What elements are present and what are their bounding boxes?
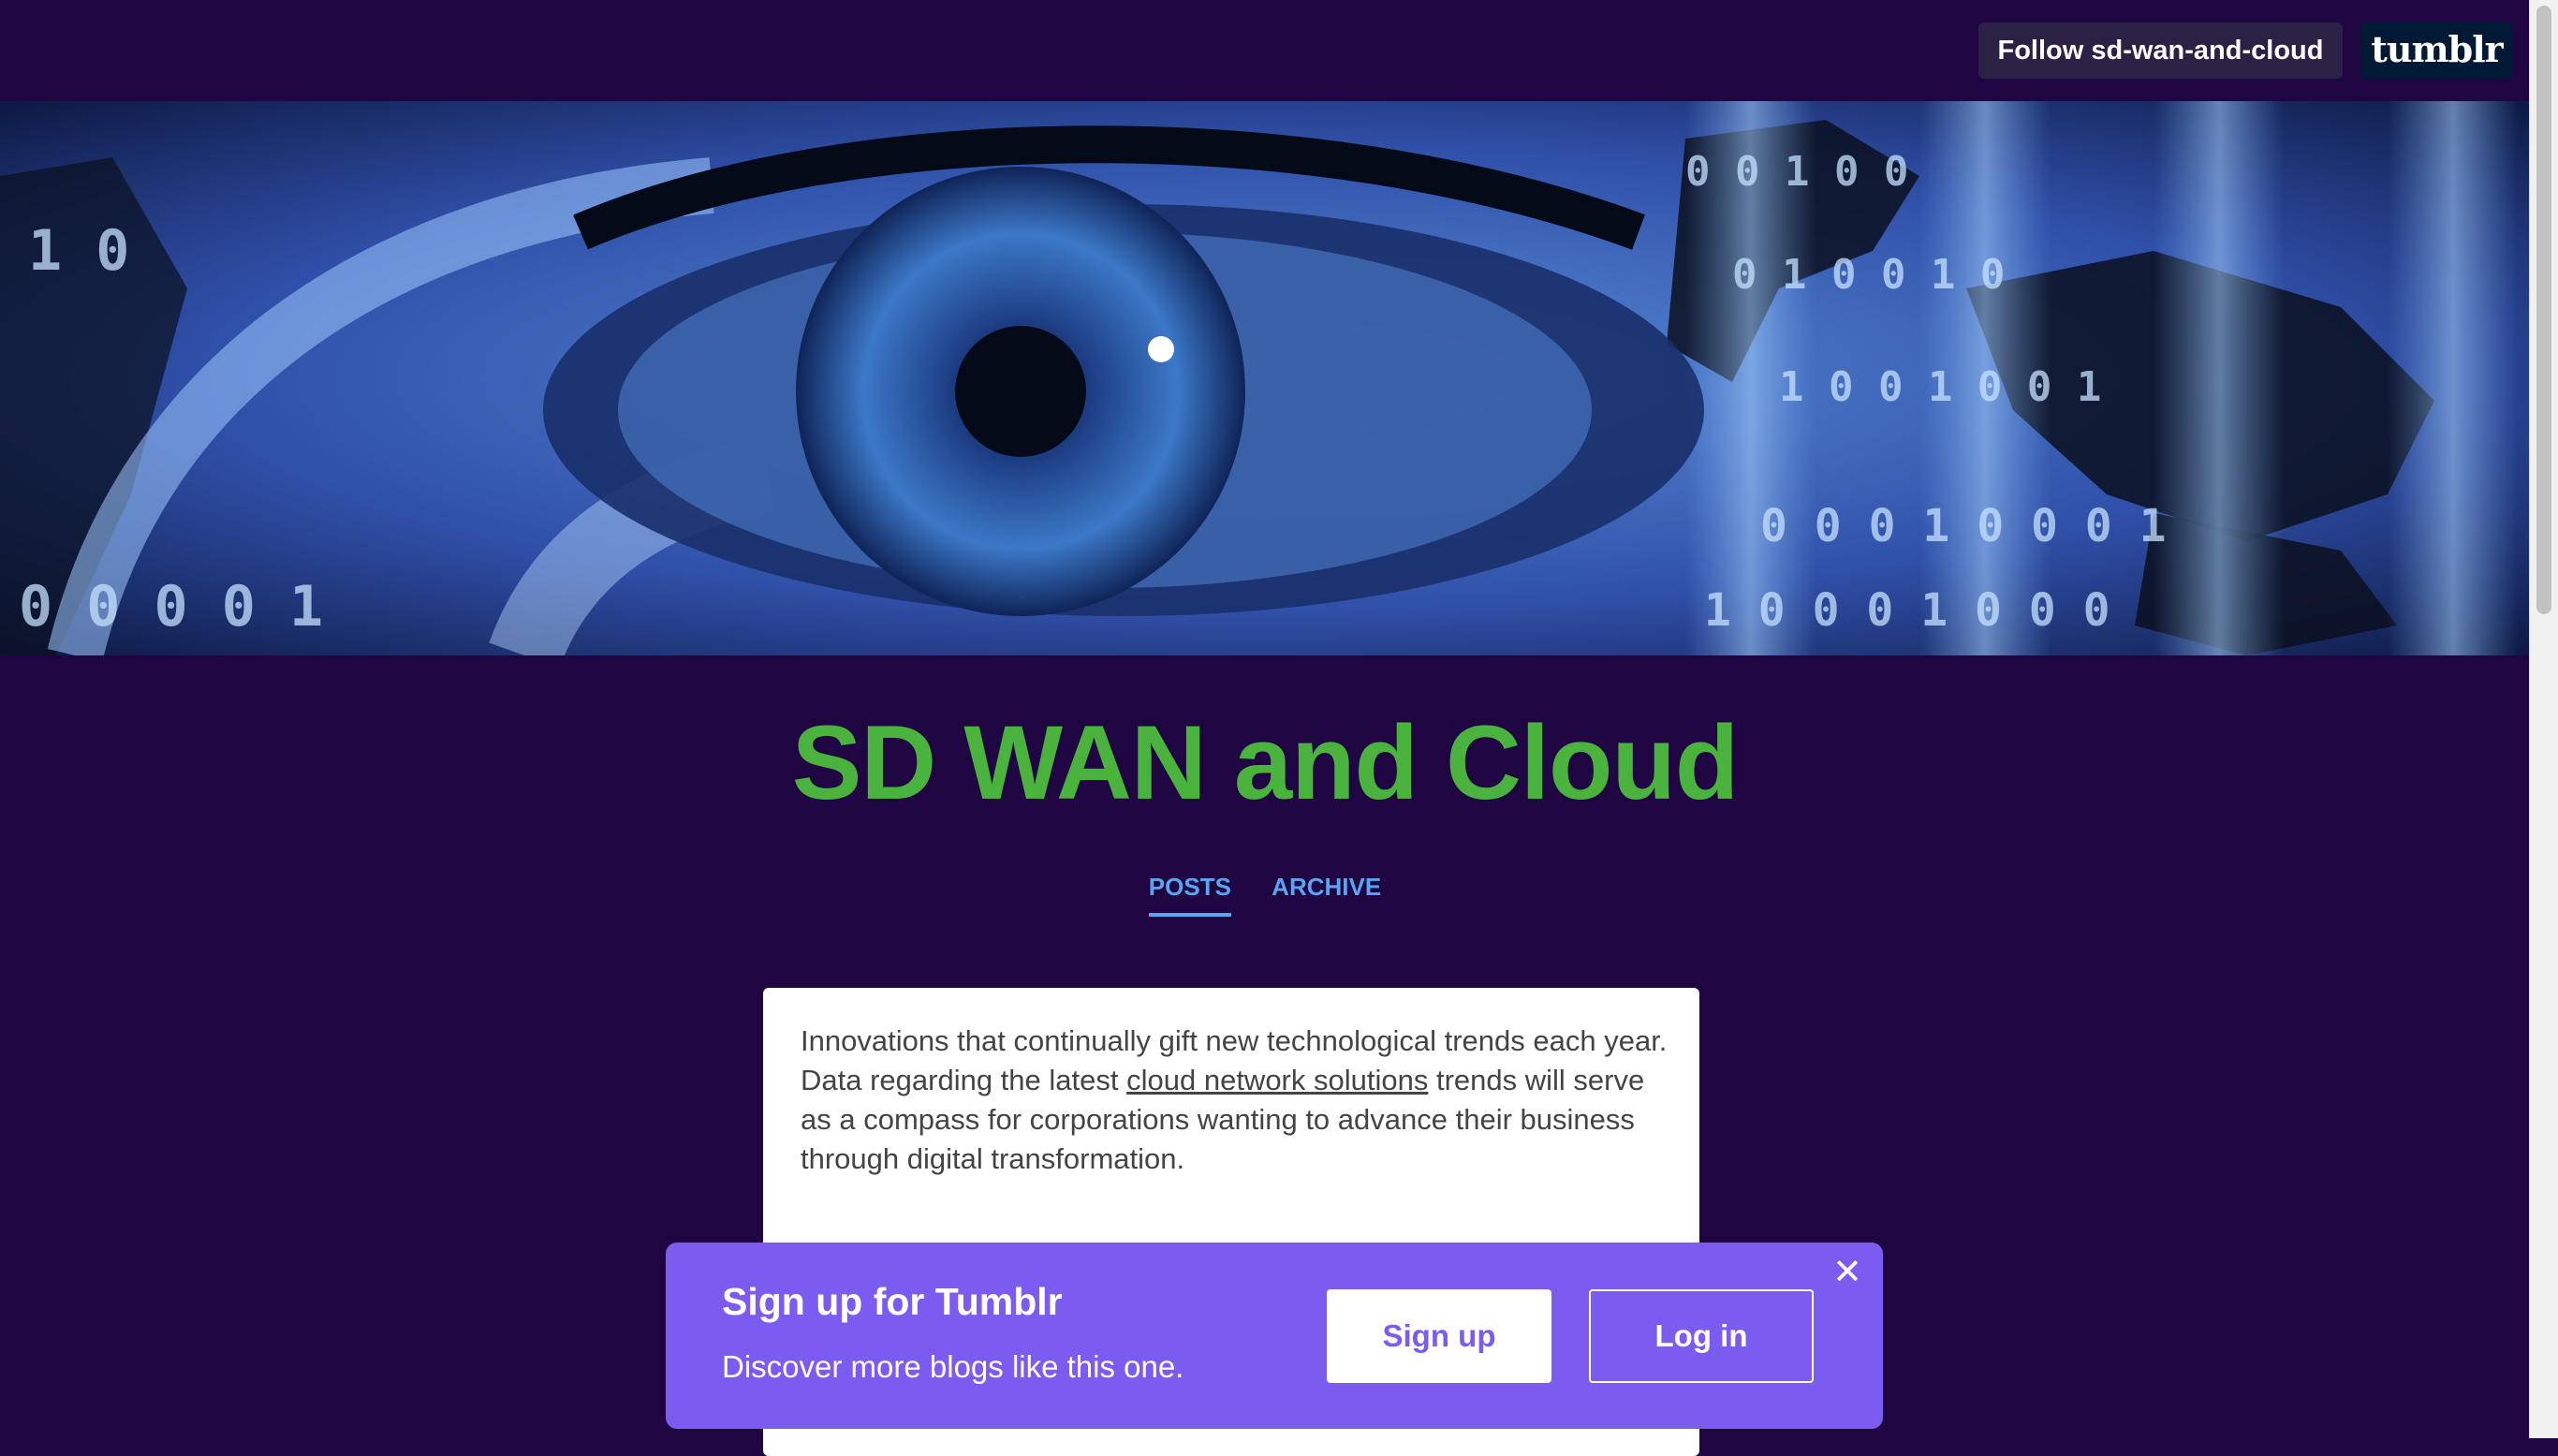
eye-banner-image: 0 0 1 0 0 0 1 0 0 1 0 1 0 0 1 0 0 1 0 0 … [0, 101, 2530, 655]
top-bar: Follow sd-wan-and-cloud tumblr [0, 0, 2530, 101]
signup-title: Sign up for Tumblr [722, 1280, 1063, 1323]
svg-text:1 0 0 1 0 0 1: 1 0 0 1 0 0 1 [1779, 363, 2101, 411]
signup-subtitle: Discover more blogs like this one. [722, 1349, 1184, 1384]
blog-nav-tabs: POSTS ARCHIVE [0, 873, 2530, 917]
signup-banner: Sign up for Tumblr Discover more blogs l… [666, 1243, 1883, 1429]
post-body: Innovations that continually gift new te… [801, 1022, 1671, 1179]
close-icon[interactable]: ✕ [1830, 1255, 1864, 1290]
tab-archive[interactable]: ARCHIVE [1272, 873, 1381, 917]
tab-posts[interactable]: POSTS [1148, 873, 1231, 917]
scrollbar-thumb[interactable] [2536, 6, 2551, 614]
blog-title[interactable]: SD WAN and Cloud [0, 693, 2530, 833]
tumblr-logo[interactable]: tumblr [2360, 22, 2513, 79]
svg-text:1 0 0 0 1 0 0 0: 1 0 0 0 1 0 0 0 [1704, 584, 2110, 637]
svg-text:0 1 0 0 1 0: 0 1 0 0 1 0 [1732, 251, 2005, 299]
page-scrollbar[interactable] [2529, 0, 2558, 1438]
svg-text:0 0 0 1 0 0 0 1: 0 0 0 1 0 0 0 1 [1760, 500, 2166, 552]
signup-button[interactable]: Sign up [1327, 1289, 1551, 1383]
svg-text:0 0 0 0 1: 0 0 0 0 1 [19, 574, 323, 640]
header-image: 0 0 1 0 0 0 1 0 0 1 0 1 0 0 1 0 0 1 0 0 … [0, 101, 2530, 655]
follow-button[interactable]: Follow sd-wan-and-cloud [1978, 22, 2343, 79]
svg-text:0 0 1 0 0: 0 0 1 0 0 [1685, 148, 1908, 196]
login-button[interactable]: Log in [1589, 1289, 1814, 1383]
cloud-network-solutions-link[interactable]: cloud network solutions [1126, 1064, 1428, 1096]
svg-text:1 0: 1 0 [28, 218, 129, 284]
